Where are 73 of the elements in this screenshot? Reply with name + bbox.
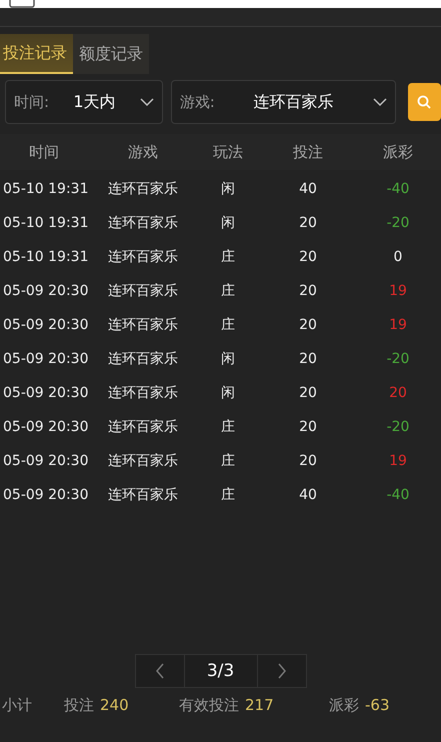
summary-value: 217 [245, 696, 274, 714]
tab[interactable]: 投注记录 [0, 34, 73, 74]
table-cell-text: 庄 [220, 316, 236, 334]
summary-label: 有效投注 [179, 696, 239, 714]
table-cell-text: 庄 [220, 248, 236, 266]
tab[interactable]: 额度记录 [73, 34, 149, 74]
column-header: 玩法 [212, 142, 244, 162]
table-cell-text: 05-10 19:31 [2, 215, 88, 231]
table-cell-text: 庄 [220, 282, 236, 300]
table-cell-text: 20 [298, 215, 318, 231]
table-cell-text: 连环百家乐 [107, 418, 179, 436]
summary-label: 投注 [64, 696, 94, 714]
table-cell-text: -40 [386, 487, 410, 503]
table-cell-text: 闲 [220, 384, 236, 402]
table-cell-text: 庄 [220, 486, 236, 504]
table-cell-text: 连环百家乐 [107, 384, 179, 402]
table-cell-text: 20 [298, 249, 318, 265]
table-cell-text: 连环百家乐 [107, 452, 179, 470]
chevron-down-icon [372, 98, 387, 106]
page-indicator: 3/3 [184, 654, 256, 688]
table-cell-text: 庄 [220, 452, 236, 470]
dropdown[interactable]: 游戏: 连环百家乐 [170, 80, 396, 124]
table-cell-text: 20 [298, 453, 318, 469]
table-cell-text: 05-09 20:30 [2, 453, 88, 469]
table-cell-text: -20 [386, 351, 410, 367]
table-cell-text: 20 [388, 385, 408, 401]
summary-value: 240 [100, 696, 129, 714]
table-cell-text: -40 [386, 181, 410, 197]
table-cell-text: 05-10 19:31 [2, 181, 88, 197]
column-header: 投注 [292, 142, 324, 162]
column-header: 时间 [28, 142, 60, 162]
table-cell-text: 连环百家乐 [107, 180, 179, 198]
table-cell-text: 闲 [220, 214, 236, 232]
table-cell-text: 0 [392, 249, 404, 265]
column-header: 游戏 [127, 142, 159, 162]
table-cell-text: 闲 [220, 180, 236, 198]
chevron-left-icon [154, 663, 164, 679]
table-cell-text: -20 [386, 419, 410, 435]
table-cell-text: 连环百家乐 [107, 486, 179, 504]
table-cell-text: 40 [298, 487, 318, 503]
table-cell-text: 05-10 19:31 [2, 249, 88, 265]
table-cell-text: 40 [298, 181, 318, 197]
table-cell-text: 20 [298, 283, 318, 299]
table-cell-text: 20 [298, 317, 318, 333]
search-button[interactable] [408, 83, 441, 121]
summary-value: -63 [365, 696, 390, 714]
table-cell-text: 20 [298, 419, 318, 435]
table-cell-text: 连环百家乐 [107, 214, 179, 232]
summary-label: 小计 [2, 696, 33, 714]
table-cell-text: 05-09 20:30 [2, 351, 88, 367]
table-cell-text: 20 [298, 385, 318, 401]
table-cell-text: 连环百家乐 [107, 316, 179, 334]
chevron-right-icon [276, 663, 286, 679]
chevron-down-icon [140, 98, 154, 106]
summary-label: 派彩 [329, 696, 359, 714]
table-cell-text: 连环百家乐 [107, 350, 179, 368]
table-cell-text: 19 [388, 453, 408, 469]
dropdown[interactable]: 时间: 1天内 [5, 80, 163, 124]
table-cell-text: 05-09 20:30 [2, 283, 88, 299]
table-cell-text: 连环百家乐 [107, 248, 179, 266]
table-cell-text: 闲 [220, 350, 236, 368]
table-cell-text: 05-09 20:30 [2, 487, 88, 503]
column-header: 派彩 [382, 142, 414, 162]
table-cell-text: -20 [386, 215, 410, 231]
table-cell-text: 庄 [220, 418, 236, 436]
table-cell-text: 05-09 20:30 [2, 419, 88, 435]
search-icon [416, 94, 432, 110]
table-cell-text: 05-09 20:30 [2, 385, 88, 401]
table-cell-text: 19 [388, 317, 408, 333]
table-cell-text: 19 [388, 283, 408, 299]
table-cell-text: 05-09 20:30 [2, 317, 88, 333]
table-cell-text: 20 [298, 351, 318, 367]
table-cell-text: 连环百家乐 [107, 282, 179, 300]
